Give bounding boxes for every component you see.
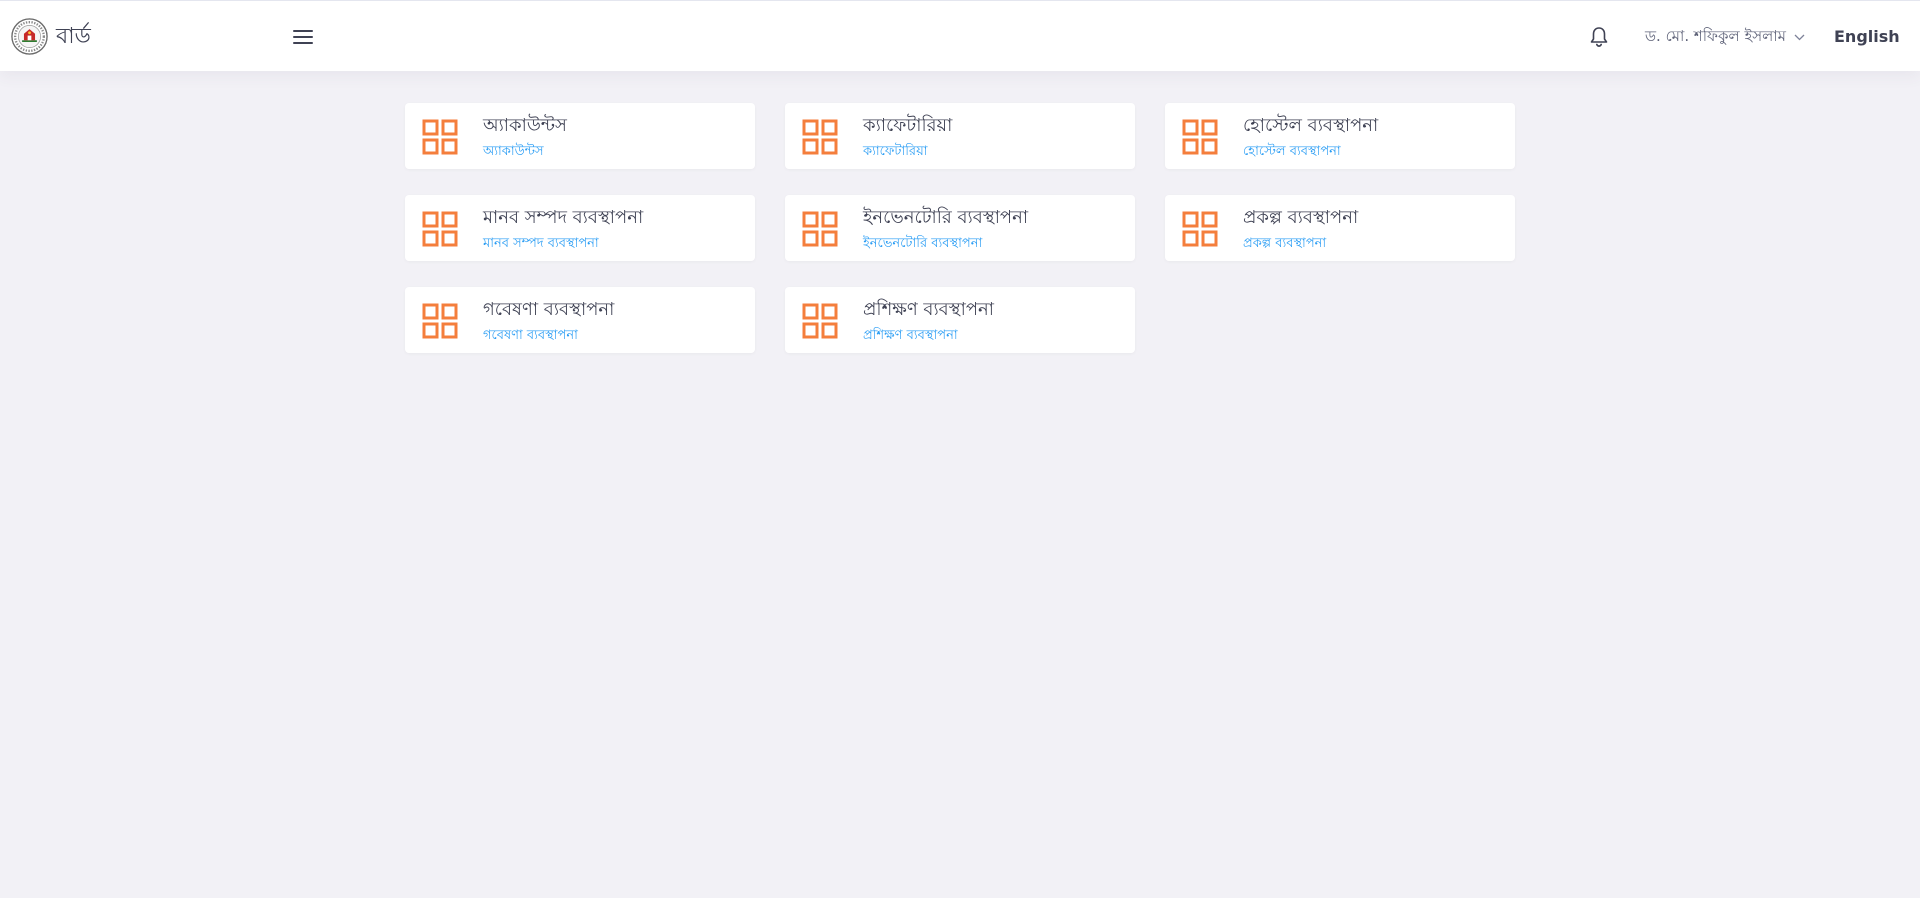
hamburger-menu-button[interactable]: [290, 25, 316, 49]
grid-apps-icon: [802, 119, 838, 155]
user-name: ড. মো. শফিকুল ইসলাম: [1645, 26, 1787, 45]
module-card-cafeteria[interactable]: ক্যাফেটারিয়া ক্যাফেটারিয়া: [785, 103, 1135, 169]
module-title: ক্যাফেটারিয়া: [863, 115, 953, 136]
organization-seal-icon: [11, 18, 48, 55]
module-title: প্রকল্প ব্যবস্থাপনা: [1243, 207, 1359, 228]
module-grid: অ্যাকাউন্টস অ্যাকাউন্টস ক্যাফেটারিয়া ক্…: [405, 103, 1515, 353]
module-title: অ্যাকাউন্টস: [483, 115, 567, 136]
brand[interactable]: বার্ড: [11, 18, 91, 55]
module-title: প্রশিক্ষণ ব্যবস্থাপনা: [863, 299, 994, 320]
module-subtitle[interactable]: অ্যাকাউন্টস: [483, 144, 544, 160]
module-card-human-resources[interactable]: মানব সম্পদ ব্যবস্থাপনা মানব সম্পদ ব্যবস্…: [405, 195, 755, 261]
grid-apps-icon: [802, 303, 838, 339]
module-card-hostel[interactable]: হোস্টেল ব্যবস্থাপনা হোস্টেল ব্যবস্থাপনা: [1165, 103, 1515, 169]
module-title: হোস্টেল ব্যবস্থাপনা: [1243, 115, 1379, 136]
module-title: ইনভেনটোরি ব্যবস্থাপনা: [863, 207, 1029, 228]
hamburger-menu-icon: [293, 30, 313, 44]
module-card-inventory[interactable]: ইনভেনটোরি ব্যবস্থাপনা ইনভেনটোরি ব্যবস্থা…: [785, 195, 1135, 261]
grid-apps-icon: [422, 119, 458, 155]
module-card-project[interactable]: প্রকল্প ব্যবস্থাপনা প্রকল্প ব্যবস্থাপনা: [1165, 195, 1515, 261]
module-subtitle[interactable]: প্রশিক্ষণ ব্যবস্থাপনা: [863, 328, 958, 344]
notifications-button[interactable]: [1586, 23, 1612, 51]
top-navbar: বার্ড ড. মো. শফিকুল ইসলাম English: [0, 0, 1920, 71]
grid-apps-icon: [1182, 119, 1218, 155]
module-subtitle[interactable]: গবেষণা ব্যবস্থাপনা: [483, 328, 578, 344]
chevron-down-icon: [1794, 34, 1805, 41]
module-card-accounts[interactable]: অ্যাকাউন্টস অ্যাকাউন্টস: [405, 103, 755, 169]
module-subtitle[interactable]: ক্যাফেটারিয়া: [863, 144, 928, 160]
grid-apps-icon: [1182, 211, 1218, 247]
grid-apps-icon: [422, 303, 458, 339]
module-card-research[interactable]: গবেষণা ব্যবস্থাপনা গবেষণা ব্যবস্থাপনা: [405, 287, 755, 353]
user-menu[interactable]: ড. মো. শফিকুল ইসলাম: [1645, 25, 1805, 49]
brand-name: বার্ড: [56, 24, 91, 49]
bell-icon: [1590, 27, 1608, 47]
module-subtitle[interactable]: প্রকল্প ব্যবস্থাপনা: [1243, 236, 1326, 252]
module-title: মানব সম্পদ ব্যবস্থাপনা: [483, 207, 644, 228]
module-subtitle[interactable]: হোস্টেল ব্যবস্থাপনা: [1243, 144, 1341, 160]
module-subtitle[interactable]: ইনভেনটোরি ব্যবস্থাপনা: [863, 236, 982, 252]
module-card-training[interactable]: প্রশিক্ষণ ব্যবস্থাপনা প্রশিক্ষণ ব্যবস্থা…: [785, 287, 1135, 353]
grid-apps-icon: [802, 211, 838, 247]
module-title: গবেষণা ব্যবস্থাপনা: [483, 299, 615, 320]
module-subtitle[interactable]: মানব সম্পদ ব্যবস্থাপনা: [483, 236, 599, 252]
grid-apps-icon: [422, 211, 458, 247]
language-switch[interactable]: English: [1834, 25, 1900, 49]
